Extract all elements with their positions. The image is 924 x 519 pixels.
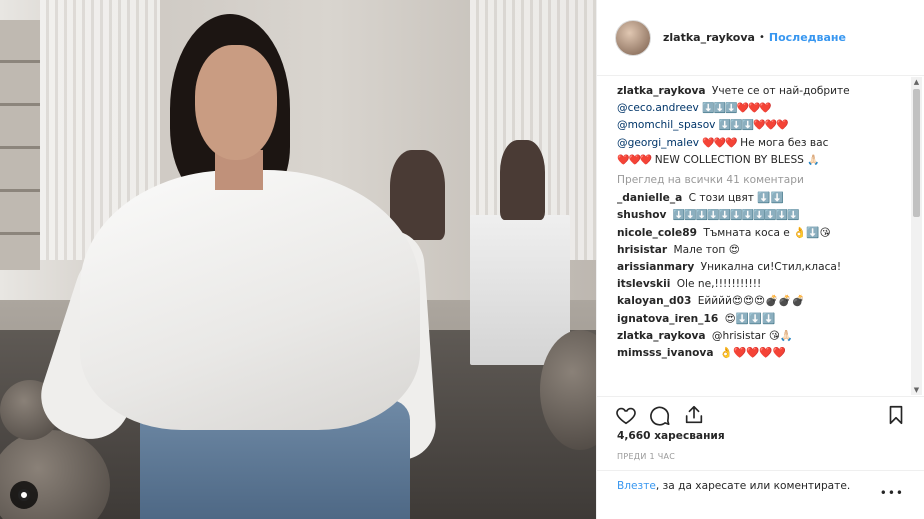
comment-username[interactable]: ignatova_iren_16 bbox=[617, 313, 718, 325]
mention-link[interactable]: @georgi_malev bbox=[617, 137, 699, 149]
comments-scrollbar[interactable]: ▲ ▼ bbox=[911, 77, 922, 395]
comment-text: 😍⬇️⬇️⬇️ bbox=[724, 312, 776, 325]
comment-item: itslevskii Ole ne,!!!!!!!!!!! bbox=[617, 276, 911, 293]
comment-username[interactable]: itslevskii bbox=[617, 278, 670, 290]
post-photo[interactable] bbox=[0, 0, 596, 519]
comment-text: Тъмната коса е 👌⬇️😘 bbox=[703, 226, 831, 239]
share-icon bbox=[685, 405, 703, 423]
comment-item: arissianmary Уникална си!Стил,класа! bbox=[617, 259, 911, 276]
caption-text: NEW COLLECTION BY BLESS bbox=[654, 153, 804, 166]
like-button[interactable] bbox=[613, 402, 639, 428]
instagram-post: zlatka_raykova • Последване zlatka_rayko… bbox=[0, 0, 924, 519]
action-bar bbox=[597, 396, 924, 432]
heart-icon bbox=[616, 407, 636, 424]
comment-text: ⬇️⬇️⬇️⬇️⬇️⬇️⬇️⬇️⬇️⬇️⬇️ bbox=[672, 210, 800, 222]
login-prompt: Влезте, за да харесате или коментирате. bbox=[597, 470, 924, 519]
caption-emoji: 🙏🏻 bbox=[807, 154, 819, 166]
comments-list[interactable]: zlatka_raykova Учете се от най-добрите @… bbox=[597, 77, 911, 395]
comment-item: nicole_cole89 Тъмната коса е 👌⬇️😘 bbox=[617, 225, 911, 242]
scrollbar-thumb[interactable] bbox=[913, 89, 920, 217]
mention-link[interactable]: @momchil_spasov bbox=[617, 119, 715, 131]
comment-item: _danielle_a С този цвят ⬇️⬇️ bbox=[617, 190, 911, 207]
comment-text: 👌❤️❤️❤️❤️ bbox=[719, 347, 786, 360]
comment-username[interactable]: kaloyan_d03 bbox=[617, 295, 691, 307]
caption: zlatka_raykova Учете се от най-добрите @… bbox=[617, 83, 911, 169]
post-timestamp[interactable]: ПРЕДИ 1 ЧАС bbox=[617, 452, 675, 461]
avatar[interactable] bbox=[615, 19, 651, 56]
comment-item: shushov ⬇️⬇️⬇️⬇️⬇️⬇️⬇️⬇️⬇️⬇️⬇️ bbox=[617, 207, 911, 224]
comment-text: Уникална си!Стил,класа! bbox=[700, 261, 842, 274]
caption-emoji: ⬇️⬇️⬇️❤️❤️❤️ bbox=[718, 120, 789, 132]
photo-background-person bbox=[500, 140, 545, 220]
comment-username[interactable]: arissianmary bbox=[617, 261, 694, 273]
comment-username[interactable]: hrisistar bbox=[617, 244, 667, 256]
caption-emoji: ❤️❤️❤️ bbox=[617, 154, 652, 166]
photo-white-shirt bbox=[80, 170, 420, 430]
comment-text: Ейййй😍😍😍💣💣💣 bbox=[697, 295, 805, 308]
share-button[interactable] bbox=[681, 402, 707, 428]
comment-username[interactable]: mimsss_ivanova bbox=[617, 347, 713, 359]
comment-button[interactable] bbox=[647, 402, 673, 428]
header-username[interactable]: zlatka_raykova bbox=[663, 31, 755, 44]
post-header: zlatka_raykova • Последване bbox=[597, 0, 924, 76]
save-button[interactable] bbox=[883, 402, 909, 428]
comment-item: zlatka_raykova @hrisistar 😘🙏🏻 bbox=[617, 328, 911, 345]
comment-text: Мале топ 😍 bbox=[673, 243, 740, 256]
comment-item: mimsss_ivanova 👌❤️❤️❤️❤️ bbox=[617, 345, 911, 362]
comment-item: hrisistar Мале топ 😍 bbox=[617, 242, 911, 259]
photo-shelf bbox=[0, 20, 40, 270]
comment-item: ignatova_iren_16 😍⬇️⬇️⬇️ bbox=[617, 311, 911, 328]
view-all-comments-link[interactable]: Преглед на всички 41 коментари bbox=[617, 172, 911, 189]
caption-text: Учете се от най-добрите bbox=[711, 85, 850, 97]
comment-username[interactable]: nicole_cole89 bbox=[617, 227, 697, 239]
scroll-up-arrow-icon[interactable]: ▲ bbox=[912, 77, 921, 87]
caption-username[interactable]: zlatka_raykova bbox=[617, 85, 706, 97]
caption-emoji: ⬇️⬇️⬇️❤️❤️❤️ bbox=[702, 103, 772, 115]
login-prompt-text: , за да харесате или коментирате. bbox=[655, 480, 851, 492]
bookmark-icon bbox=[889, 405, 903, 424]
post-side-panel: zlatka_raykova • Последване zlatka_rayko… bbox=[596, 0, 924, 519]
likes-count[interactable]: 4,660 харесвания bbox=[617, 430, 725, 442]
comment-text: С този цвят ⬇️⬇️ bbox=[688, 192, 784, 205]
login-link[interactable]: Влезте bbox=[617, 480, 656, 492]
follow-button[interactable]: Последване bbox=[769, 31, 846, 44]
header-separator: • bbox=[758, 32, 765, 43]
caption-emoji: ❤️❤️❤️ bbox=[702, 137, 737, 149]
comment-username[interactable]: shushov bbox=[617, 209, 666, 221]
more-options-icon[interactable]: ••• bbox=[880, 486, 904, 500]
comment-username[interactable]: zlatka_raykova bbox=[617, 330, 706, 342]
scroll-down-arrow-icon[interactable]: ▼ bbox=[912, 385, 921, 395]
comment-item: kaloyan_d03 Ейййй😍😍😍💣💣💣 bbox=[617, 293, 911, 310]
gallery-media-icon[interactable] bbox=[10, 481, 38, 509]
comment-icon bbox=[650, 406, 670, 426]
mention-link[interactable]: @ceco.andreev bbox=[617, 102, 699, 114]
photo-face bbox=[195, 45, 277, 160]
comment-username[interactable]: _danielle_a bbox=[617, 192, 682, 204]
comment-text: @hrisistar 😘🙏🏻 bbox=[711, 329, 794, 342]
comment-text: Ole ne,!!!!!!!!!!! bbox=[676, 278, 762, 291]
caption-text: Не мога без вас bbox=[740, 136, 829, 149]
